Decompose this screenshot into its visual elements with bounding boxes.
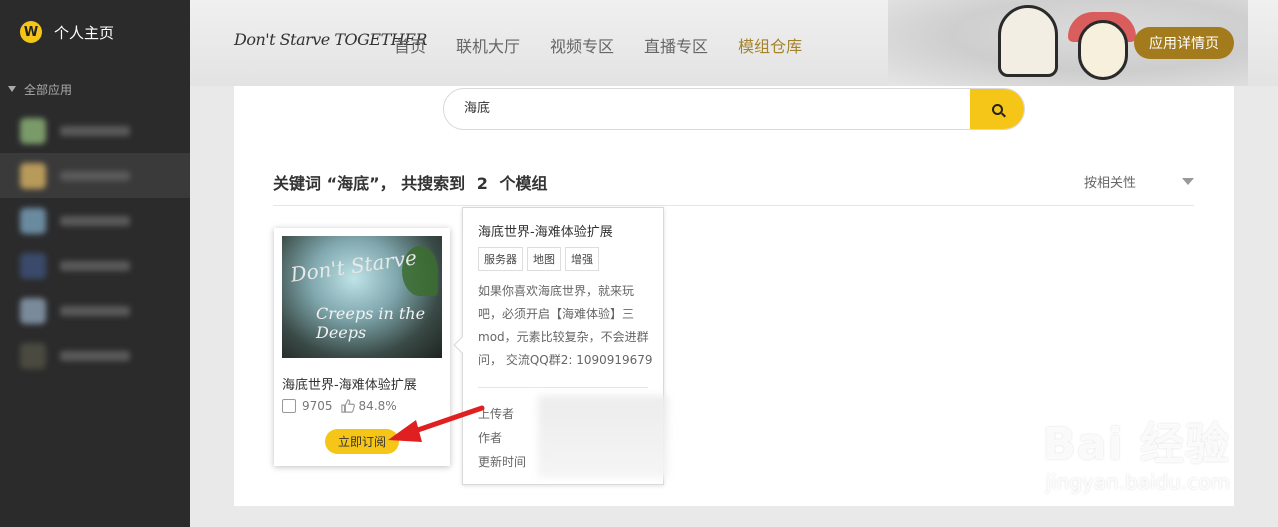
- sidebar-group-label: 全部应用: [24, 82, 73, 97]
- app-detail-button[interactable]: 应用详情页: [1134, 27, 1234, 59]
- sidebar-item-app[interactable]: [0, 288, 190, 333]
- app-icon: [20, 297, 46, 324]
- app-label-blurred: [60, 350, 130, 361]
- sidebar-item-app[interactable]: [0, 198, 190, 243]
- mod-stats: 9705 84.8%: [282, 399, 397, 413]
- watermark-brand: Bai 经验: [1042, 419, 1230, 470]
- result-suffix: 个模组: [499, 174, 548, 193]
- mod-thumbnail[interactable]: Don't Starve Creeps in the Deeps: [282, 236, 442, 358]
- mod-title[interactable]: 海底世界-海难体验扩展: [282, 374, 417, 393]
- popup-divider: [478, 387, 648, 388]
- character-wilson-illustration: [998, 5, 1058, 77]
- sidebar-app-list: [0, 108, 190, 378]
- search-button[interactable]: [970, 89, 1024, 129]
- popup-description: 如果你喜欢海底世界，就来玩吧，必须开启【海难体验】三mod，元素比较复杂，不会进…: [478, 284, 653, 367]
- sort-dropdown[interactable]: 按相关性: [1084, 172, 1194, 191]
- caret-down-icon: [8, 86, 16, 92]
- character-willow-illustration: [1078, 20, 1128, 80]
- tag-enhance: 增强: [565, 247, 599, 271]
- tag-map: 地图: [527, 247, 561, 271]
- thumbnail-title-line2: Creeps in the Deeps: [316, 304, 426, 342]
- nav-lobby[interactable]: 联机大厅: [456, 33, 520, 57]
- result-summary: 关键词 “海底”， 共搜索到 2 个模组: [273, 170, 548, 194]
- sidebar: W 个人主页 全部应用: [0, 0, 190, 527]
- popup-title: 海底世界-海难体验扩展: [478, 225, 613, 240]
- sort-label: 按相关性: [1083, 176, 1136, 191]
- app-label-blurred: [60, 305, 130, 316]
- tag-server: 服务器: [478, 247, 523, 271]
- sidebar-header[interactable]: W 个人主页: [0, 0, 190, 64]
- search-icon: [991, 103, 1003, 115]
- sidebar-item-app[interactable]: [0, 108, 190, 153]
- sidebar-title: 个人主页: [54, 23, 115, 42]
- app-label-blurred: [60, 125, 130, 136]
- watermark-url: jingyan.baidu.com: [1045, 470, 1230, 494]
- nav-home[interactable]: 首页: [394, 33, 426, 57]
- result-count: 2: [476, 174, 488, 193]
- nav-live[interactable]: 直播专区: [644, 33, 708, 57]
- search-bar: [443, 88, 1025, 130]
- app-icon: [20, 162, 46, 189]
- app-label-blurred: [60, 215, 130, 226]
- app-icon: [20, 207, 46, 234]
- meta-values-blurred: [538, 396, 668, 478]
- sidebar-item-app[interactable]: [0, 243, 190, 288]
- divider: [273, 205, 1194, 206]
- nav-videos[interactable]: 视频专区: [550, 33, 614, 57]
- search-input[interactable]: [464, 89, 944, 129]
- nav-mods[interactable]: 模组仓库: [738, 33, 802, 57]
- sidebar-item-app[interactable]: [0, 333, 190, 378]
- thumbnail-title-line1: Don't Starve: [288, 245, 419, 287]
- top-banner: Don't Starve TOGETHER 首页 联机大厅 视频专区 直播专区 …: [190, 0, 1278, 86]
- sidebar-group-all-apps[interactable]: 全部应用: [0, 78, 190, 100]
- tag-list: 服务器 地图 增强: [478, 247, 599, 271]
- app-icon: [20, 117, 46, 144]
- app-label-blurred: [60, 170, 130, 181]
- thumbs-up-icon: [340, 399, 355, 413]
- subscription-count: 9705: [302, 399, 333, 413]
- red-arrow-annotation: [388, 405, 485, 442]
- updated-label: 更新时间: [478, 455, 527, 469]
- mod-detail-popup: 海底世界-海难体验扩展 服务器 地图 增强 如果你喜欢海底世界，就来玩吧，必须开…: [453, 207, 668, 485]
- app-icon: [20, 252, 46, 279]
- bookmark-icon: [282, 399, 296, 413]
- app-label-blurred: [60, 260, 130, 271]
- wegame-logo-icon: W: [20, 21, 42, 43]
- app-icon: [20, 342, 46, 369]
- result-prefix: 关键词 “海底”， 共搜索到: [273, 174, 466, 193]
- chevron-down-icon: [1182, 178, 1194, 185]
- sidebar-item-app-active[interactable]: [0, 153, 190, 198]
- main-nav: 首页 联机大厅 视频专区 直播专区 模组仓库: [394, 33, 832, 57]
